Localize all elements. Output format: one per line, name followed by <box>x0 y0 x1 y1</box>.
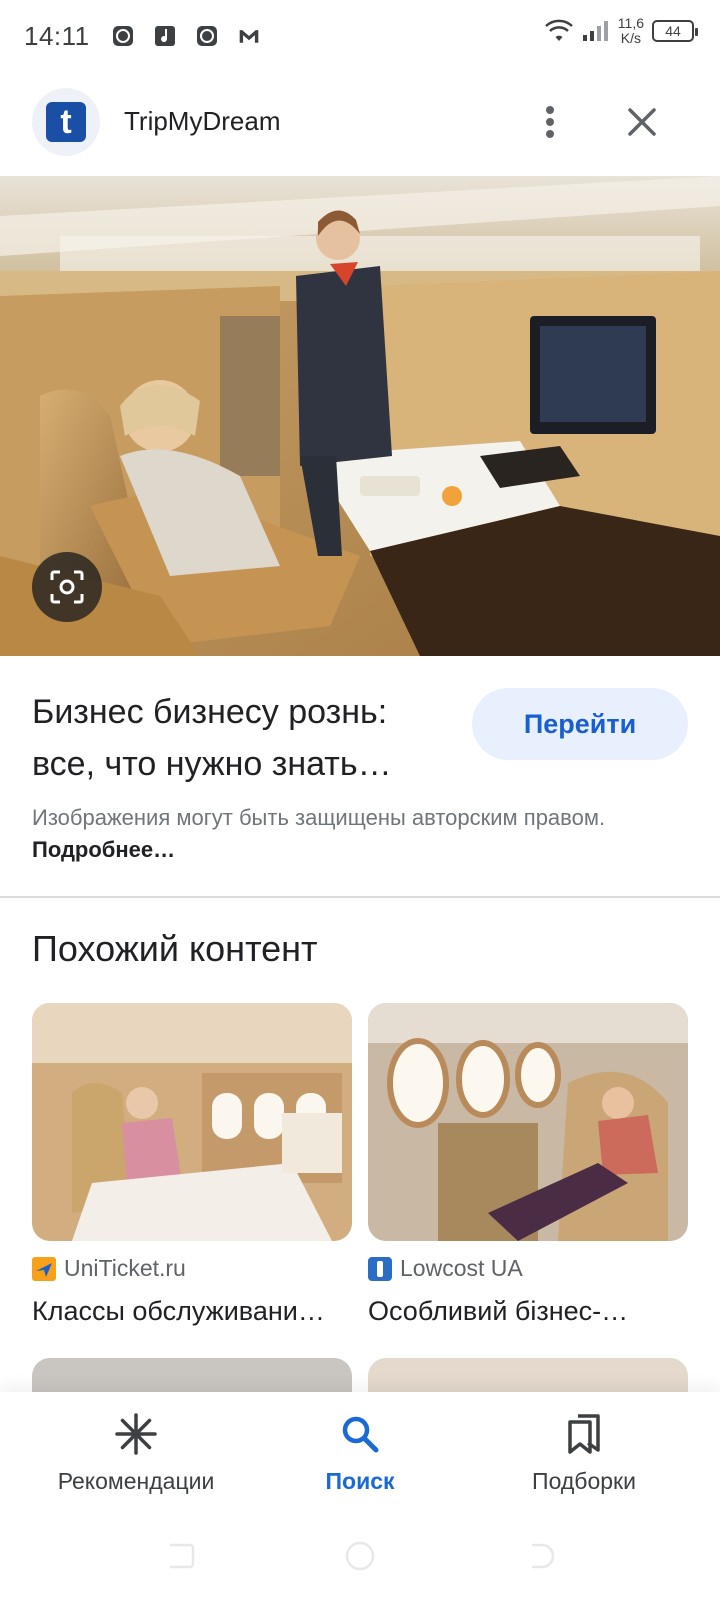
notification-icons <box>112 25 260 47</box>
status-time: 14:11 <box>24 20 90 51</box>
search-icon <box>342 1416 379 1453</box>
learn-more-link[interactable]: Подробнее… <box>32 837 175 862</box>
status-bar: 14:11 11,6 K/s 44 <box>0 0 720 72</box>
nav-label: Поиск <box>325 1468 395 1494</box>
result-title[interactable]: Бизнес бизнесу рознь: все, что нужно зна… <box>32 686 442 790</box>
music-icon <box>154 26 175 46</box>
copyright-notice: Изображения могут быть защищены авторски… <box>32 802 632 866</box>
hero-image[interactable] <box>0 176 720 656</box>
nav-label: Подборки <box>532 1468 636 1494</box>
related-card[interactable]: Lowcost UA Особливий бізнес-… <box>368 1003 688 1327</box>
site-logo[interactable]: t <box>32 88 100 156</box>
network-speed: 11,6 K/s <box>617 15 644 46</box>
collections-icon <box>568 1414 600 1454</box>
signal-icon <box>582 21 608 41</box>
related-title[interactable]: Особливий бізнес-… <box>368 1296 688 1327</box>
related-source-name: Lowcost UA <box>400 1255 523 1281</box>
related-thumbnail[interactable] <box>32 1003 352 1241</box>
battery-indicator: 44 <box>652 20 698 42</box>
nav-label: Рекомендации <box>57 1468 215 1494</box>
bottom-navigation: Рекомендации Поиск Подборки <box>0 1392 720 1512</box>
gmail-icon <box>239 30 258 43</box>
related-source: UniTicket.ru <box>32 1255 352 1282</box>
system-navigation-bar <box>0 1512 720 1600</box>
related-heading: Похожий контент <box>32 928 318 969</box>
related-source-name: UniTicket.ru <box>64 1255 186 1281</box>
home-icon[interactable] <box>344 1540 376 1572</box>
asterisk-icon <box>115 1413 157 1455</box>
site-logo-letter: t <box>46 102 86 142</box>
notification-app-icon <box>196 26 217 46</box>
nav-collections[interactable]: Подборки <box>474 1410 694 1495</box>
cabin-photo <box>0 176 720 656</box>
app-bar: t TripMyDream <box>0 88 720 160</box>
copyright-text: Изображения могут быть защищены авторски… <box>32 805 606 830</box>
nav-search[interactable]: Поиск <box>250 1410 470 1495</box>
visit-button[interactable]: Перейти <box>472 688 688 760</box>
notification-app-icon <box>112 26 133 46</box>
recents-icon[interactable] <box>164 1542 196 1570</box>
related-card[interactable]: UniTicket.ru Классы обслуживани… <box>32 1003 352 1327</box>
related-title[interactable]: Классы обслуживани… <box>32 1296 352 1327</box>
plane-icon <box>32 1256 56 1281</box>
lens-button[interactable] <box>32 552 102 622</box>
status-right: 11,6 K/s 44 <box>544 15 698 46</box>
nav-recommendations[interactable]: Рекомендации <box>26 1410 246 1495</box>
related-source: Lowcost UA <box>368 1255 688 1282</box>
more-options-icon[interactable] <box>532 102 568 142</box>
wifi-icon <box>544 19 573 41</box>
divider <box>0 896 720 898</box>
lowcost-logo-icon <box>368 1256 392 1281</box>
close-icon[interactable] <box>622 102 662 142</box>
site-name[interactable]: TripMyDream <box>124 106 280 137</box>
back-icon[interactable] <box>524 1542 556 1570</box>
lens-icon <box>50 570 84 604</box>
related-thumbnail[interactable] <box>368 1003 688 1241</box>
